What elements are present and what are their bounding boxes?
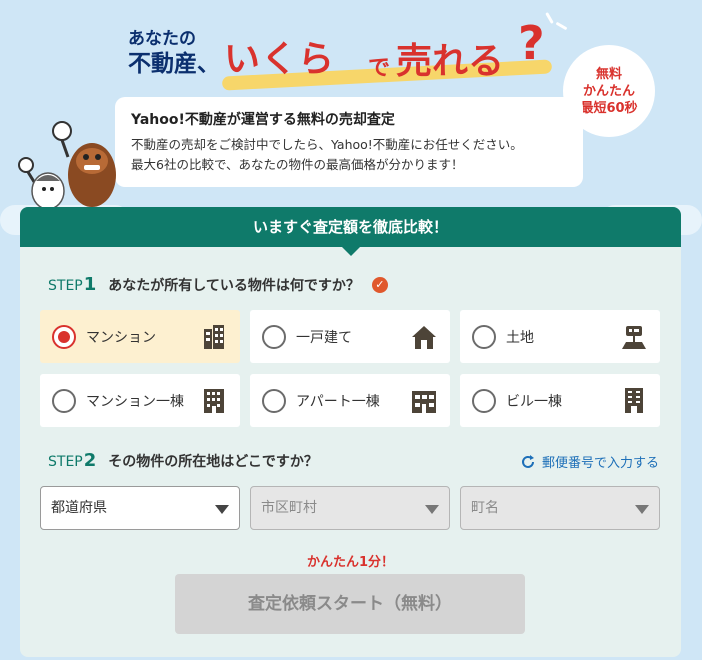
step2-heading: STEP2 その物件の所在地はどこですか？ bbox=[48, 450, 318, 471]
step1-tag-text: STEP bbox=[48, 278, 83, 294]
step2-number: 2 bbox=[83, 450, 97, 471]
radio-button[interactable] bbox=[472, 324, 496, 349]
radio-button[interactable] bbox=[52, 388, 76, 413]
badge-line3: 最短60秒 bbox=[580, 100, 638, 116]
radio-button[interactable] bbox=[262, 388, 286, 413]
headline-question-mark: ? bbox=[518, 16, 545, 70]
headline-ureru: 売れる bbox=[396, 41, 505, 82]
option-whole-building[interactable]: ビル一棟 bbox=[460, 374, 660, 427]
step1-heading: STEP1 あなたが所有している物件は何ですか？ ✓ bbox=[48, 274, 388, 295]
radio-button[interactable] bbox=[472, 388, 496, 413]
refresh-icon bbox=[522, 454, 534, 468]
radio-button[interactable] bbox=[52, 324, 76, 349]
option-label: ビル一棟 bbox=[506, 393, 562, 410]
badge-line1: 無料 bbox=[595, 66, 622, 82]
option-label: 土地 bbox=[506, 329, 534, 346]
headline-de: で bbox=[368, 56, 391, 81]
step2-tag-text: STEP bbox=[48, 454, 83, 470]
easy-note: かんたん1分！ bbox=[306, 555, 395, 570]
step2-question: その物件の所在地はどこですか？ bbox=[108, 453, 318, 470]
option-house[interactable]: 一戸建て bbox=[250, 310, 450, 363]
building-icon bbox=[204, 325, 224, 349]
option-whole-apartment[interactable]: アパート一棟 bbox=[250, 374, 450, 427]
land-icon bbox=[622, 326, 646, 349]
step1-question: あなたが所有している物件は何ですか？ bbox=[108, 277, 360, 294]
radio-button[interactable] bbox=[262, 324, 286, 349]
office-building-icon bbox=[625, 388, 643, 413]
headline-line1: あなたの bbox=[128, 29, 196, 49]
city-select-value: 市区町村 bbox=[261, 500, 317, 516]
prefecture-select-value: 都道府県 bbox=[51, 500, 107, 516]
building-icon bbox=[204, 389, 224, 413]
option-label: マンション bbox=[86, 329, 156, 346]
check-icon: ✓ bbox=[371, 276, 388, 293]
intro-title: Yahoo!不動産が運営する無料の売却査定 bbox=[131, 112, 395, 128]
card-header: いますぐ査定額を徹底比較！ bbox=[20, 207, 681, 256]
chevron-down-icon bbox=[215, 505, 229, 514]
option-mansion[interactable]: マンション bbox=[40, 310, 240, 363]
step1-tag: STEP1 bbox=[48, 274, 96, 295]
intro-box: Yahoo!不動産が運営する無料の売却査定 不動産の売却をご検討中でしたら、Ya… bbox=[115, 97, 583, 187]
chevron-down-icon bbox=[425, 505, 439, 514]
step2-tag: STEP2 bbox=[48, 450, 96, 471]
headline-big: いくら bbox=[224, 39, 336, 80]
chevron-down-icon bbox=[635, 505, 649, 514]
intro-line1: 不動産の売却をご検討中でしたら、Yahoo!不動産にお任せください。 bbox=[131, 137, 523, 152]
apartment-icon bbox=[412, 391, 436, 413]
option-land[interactable]: 土地 bbox=[460, 310, 660, 363]
badge-line2: かんたん bbox=[582, 83, 635, 99]
option-label: マンション一棟 bbox=[86, 393, 184, 410]
city-select[interactable]: 市区町村 bbox=[250, 486, 450, 530]
headline-line2: 不動産、 bbox=[128, 51, 220, 77]
mascot-illustration bbox=[18, 121, 116, 210]
headline: あなたの 不動産、 いくら で 売れる ? bbox=[128, 16, 568, 102]
assessment-form-card: いますぐ査定額を徹底比較！ STEP1 あなたが所有している物件は何ですか？ ✓… bbox=[20, 207, 681, 657]
prefecture-select[interactable]: 都道府県 bbox=[40, 486, 240, 530]
option-label: アパート一棟 bbox=[296, 393, 380, 410]
option-whole-mansion[interactable]: マンション一棟 bbox=[40, 374, 240, 427]
step1-number: 1 bbox=[83, 274, 97, 295]
town-select-value: 町名 bbox=[471, 500, 499, 516]
intro-line2: 最大6社の比較で、あなたの物件の最高価格が分かります！ bbox=[131, 157, 464, 172]
house-icon bbox=[412, 326, 436, 349]
zip-code-link-label: 郵便番号で入力する bbox=[541, 456, 659, 471]
zip-code-link[interactable]: 郵便番号で入力する bbox=[520, 452, 659, 471]
option-label: 一戸建て bbox=[296, 329, 352, 346]
town-select[interactable]: 町名 bbox=[460, 486, 660, 530]
start-assessment-button[interactable]: 査定依頼スタート（無料） bbox=[175, 574, 525, 634]
